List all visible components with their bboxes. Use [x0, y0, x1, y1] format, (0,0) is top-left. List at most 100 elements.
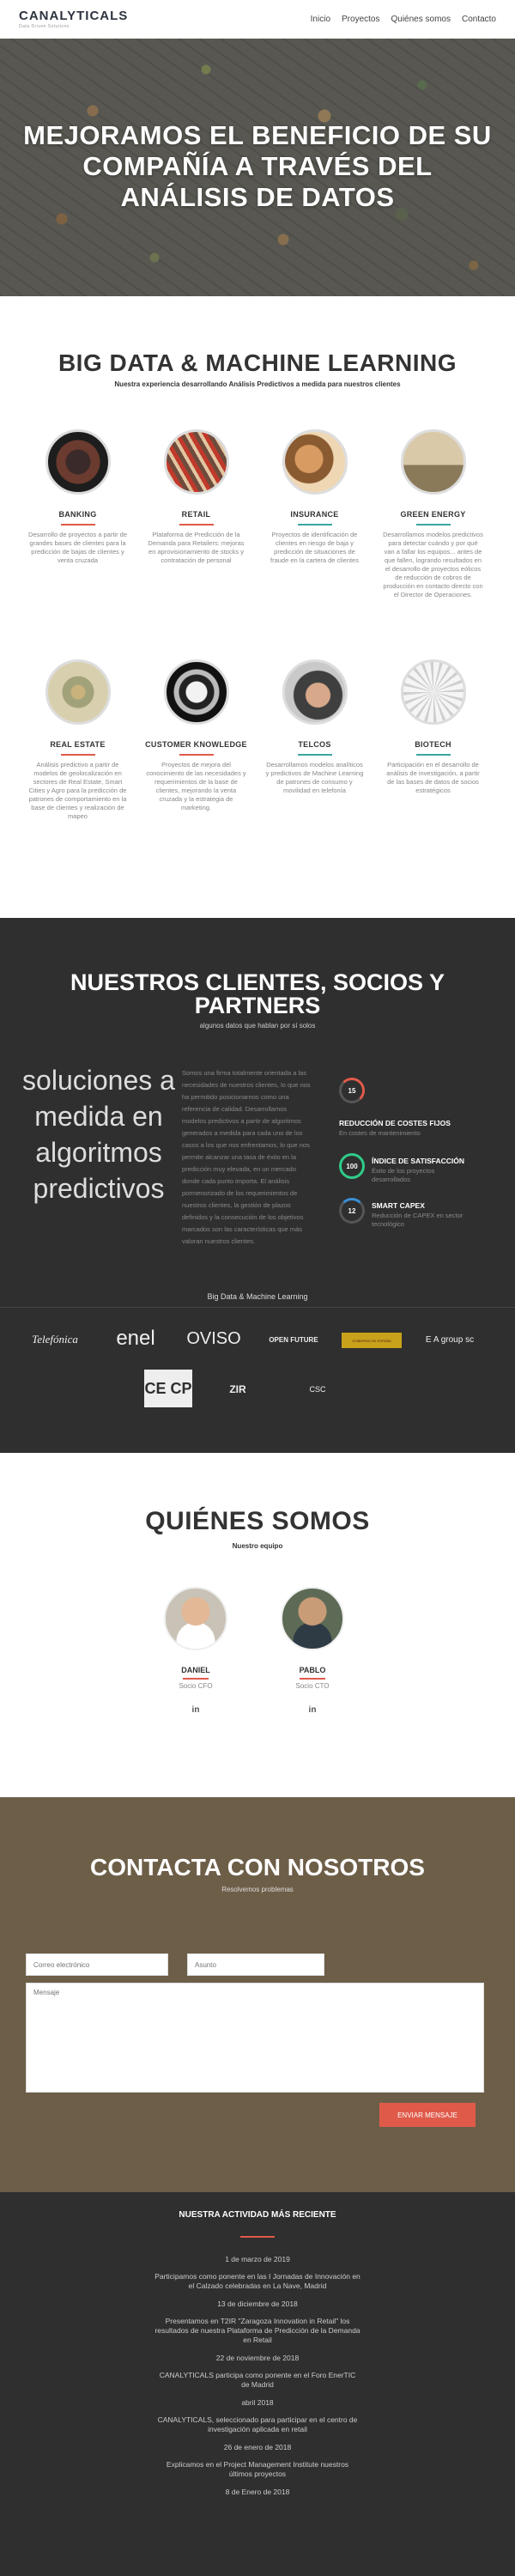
activity-list: 1 de marzo de 2019 Participamos como pon…: [154, 2246, 360, 2496]
activity-date: 22 de noviembre de 2018: [215, 2354, 300, 2362]
service-underline: [415, 754, 451, 756]
stat-text: Reducción de CAPEX en sector tecnológico: [372, 1212, 464, 1228]
service-customer-knowledge: CUSTOMER KNOWLEDGE Proyectos de mejora d…: [142, 659, 250, 812]
service-underline: [297, 524, 332, 526]
activity-underline: [240, 2236, 275, 2238]
logo-oviso: OVISO: [186, 1328, 241, 1348]
activity-text[interactable]: Presentamos en T2IR "Zaragoza Innovation…: [154, 2317, 360, 2345]
service-title: BANKING: [58, 510, 97, 519]
service-retail: RETAIL Plataforma de Predicción de la De…: [142, 429, 250, 565]
hero-title: MEJORAMOS EL BENEFICIO DE SU COMPAÑÍA A …: [23, 120, 492, 212]
service-desc: Plataforma de Predicción de la Demanda p…: [148, 531, 245, 564]
stat-text: Éxito de los proyectos desarrollados: [372, 1167, 435, 1183]
banking-image: [45, 429, 111, 495]
activity-date: 13 de diciembre de 2018: [217, 2300, 298, 2308]
nav-link-inicio[interactable]: Inicio: [311, 15, 330, 24]
service-desc: Desarrollamos modelos predictivos para d…: [383, 531, 483, 598]
divider: [0, 1307, 515, 1308]
logo-gobierno-espana: GOBIERNO DE ESPAÑA: [342, 1333, 402, 1348]
logo-text: CANALYTICALS: [19, 9, 129, 23]
activity-title: NUESTRA ACTIVIDAD MÁS RECIENTE: [179, 2210, 336, 2220]
service-title: CUSTOMER KNOWLEDGE: [145, 740, 247, 749]
stat-title: ÍNDICE DE SATISFACCIÓN: [372, 1157, 464, 1165]
activity-text[interactable]: Explicamos en el Project Management Inst…: [154, 2460, 360, 2479]
team-member-pablo: PABLO Socio CTO in: [261, 1587, 364, 1715]
green-energy-image: [400, 429, 466, 495]
top-nav: CANALYTICALS Data Driven Solutions Inici…: [0, 0, 515, 39]
activity-text[interactable]: Participamos como ponente en las I Jorna…: [154, 2272, 360, 2291]
service-title: BIOTECH: [415, 740, 451, 749]
service-title: TELCOS: [298, 740, 331, 749]
service-insurance: INSURANCE Proyectos de identificación de…: [261, 429, 368, 565]
service-underline: [415, 524, 451, 526]
clients-title: NUESTROS CLIENTES, SOCIOS Y PARTNERS: [70, 969, 445, 1018]
customer-knowledge-image: [163, 659, 229, 725]
nav-link-contacto[interactable]: Contacto: [462, 15, 496, 24]
service-title: INSURANCE: [290, 510, 339, 519]
service-title: RETAIL: [181, 510, 211, 519]
member-name: DANIEL: [181, 1666, 210, 1674]
services-subtitle: Nuestra experiencia desarrollando Anális…: [114, 380, 401, 388]
logo-zir: ZIR: [229, 1383, 246, 1395]
message-field[interactable]: [26, 1983, 484, 2093]
linkedin-icon[interactable]: in: [144, 1705, 247, 1715]
logo-cecp: CE CP: [144, 1370, 192, 1407]
big-data-label: Big Data & Machine Learning: [207, 1292, 308, 1301]
service-real-estate: REAL ESTATE Análisis predictivo a partir…: [24, 659, 131, 821]
service-title: REAL ESTATE: [50, 740, 106, 749]
service-desc: Proyectos de mejora del conocimiento de …: [146, 761, 246, 811]
activity-date: abril 2018: [241, 2398, 274, 2407]
telcos-image: [282, 659, 348, 725]
stat-title: SMART CAPEX: [372, 1201, 425, 1210]
hero-banner: MEJORAMOS EL BENEFICIO DE SU COMPAÑÍA A …: [0, 39, 515, 296]
service-desc: Análisis predictivo a partir de modelos …: [28, 761, 127, 820]
send-message-button[interactable]: ENVIAR MENSAJE: [379, 2103, 476, 2127]
stat-ring: 100: [339, 1153, 365, 1179]
member-name: PABLO: [299, 1666, 326, 1674]
service-title: GREEN ENERGY: [400, 510, 466, 519]
activity-date: 1 de marzo de 2019: [225, 2255, 290, 2263]
clients-subtitle: algunos datos que hablan por sí solos: [199, 1022, 316, 1030]
stat-text: En costes de mantenimiento: [339, 1129, 421, 1137]
service-desc: Participación en el desarrollo de anális…: [386, 761, 480, 794]
insurance-image: [282, 429, 348, 495]
team-member-daniel: DANIEL Socio CFO in: [144, 1587, 247, 1715]
nav-link-proyectos[interactable]: Proyectos: [342, 15, 379, 24]
activity-section: NUESTRA ACTIVIDAD MÁS RECIENTE 1 de marz…: [0, 2192, 515, 2576]
team-title: QUIÉNES SOMOS: [145, 1507, 370, 1535]
logo[interactable]: CANALYTICALS Data Driven Solutions: [19, 9, 128, 29]
avatar: [281, 1587, 344, 1650]
service-underline: [179, 754, 214, 756]
logo-csc: CSC: [309, 1385, 326, 1394]
service-underline: [60, 524, 95, 526]
member-role: Socio CTO: [295, 1682, 330, 1690]
service-desc: Desarrollo de proyectos a partir de gran…: [27, 531, 128, 564]
clients-section: NUESTROS CLIENTES, SOCIOS Y PARTNERS alg…: [0, 918, 515, 1453]
logo-enel: enel: [116, 1327, 155, 1350]
contact-title: CONTACTA CON NOSOTROS: [90, 1854, 425, 1880]
team-subtitle: Nuestro equipo: [232, 1542, 283, 1550]
subject-field[interactable]: [187, 1953, 324, 1976]
activity-text[interactable]: CANALYTICALS, seleccionado para particip…: [154, 2415, 360, 2434]
activity-text[interactable]: CANALYTICALS participa como ponente en e…: [154, 2371, 360, 2390]
avatar: [164, 1587, 227, 1650]
member-underline: [183, 1678, 209, 1680]
email-field[interactable]: [26, 1953, 168, 1976]
logo-telefonica: Telefónica: [32, 1333, 78, 1346]
biotech-image: [400, 659, 466, 725]
service-underline: [179, 524, 214, 526]
nav-links: Inicio Proyectos Quiénes somos Contacto: [311, 15, 496, 24]
linkedin-icon[interactable]: in: [261, 1705, 364, 1715]
nav-link-quienes-somos[interactable]: Quiénes somos: [391, 15, 450, 24]
service-underline: [297, 754, 332, 756]
activity-date: 26 de enero de 2018: [223, 2443, 292, 2451]
service-biotech: BIOTECH Participación en el desarrollo d…: [379, 659, 487, 795]
solutions-quote: soluciones a medida en algoritmos predic…: [22, 1065, 175, 1204]
activity-date: 8 de Enero de 2018: [225, 2488, 290, 2496]
service-green-energy: GREEN ENERGY Desarrollamos modelos predi…: [379, 429, 487, 599]
service-desc: Desarrollamos modelos analíticos y predi…: [265, 761, 364, 794]
stat-ring: 15: [339, 1078, 365, 1103]
contact-section: CONTACTA CON NOSOTROS Resolvemos problem…: [0, 1797, 515, 2192]
services-title: BIG DATA & MACHINE LEARNING: [58, 349, 457, 376]
service-underline: [60, 754, 95, 756]
